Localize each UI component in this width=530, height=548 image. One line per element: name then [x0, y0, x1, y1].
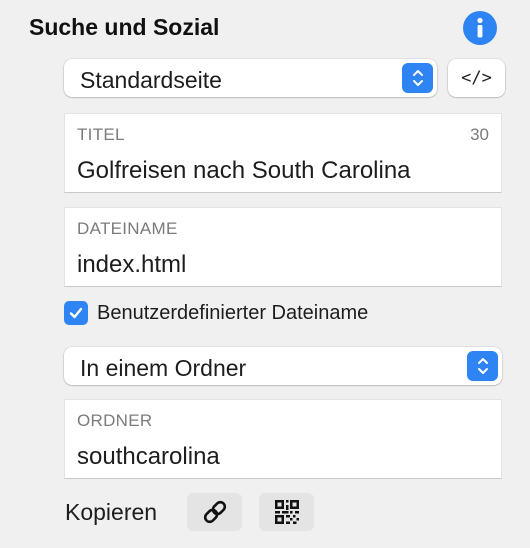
custom-filename-label: Benutzerdefinierter Dateiname	[97, 301, 369, 324]
chevron-up-down-icon	[402, 63, 433, 93]
chevron-up-down-icon	[467, 351, 498, 381]
section-title: Suche und Sozial	[29, 14, 220, 40]
info-icon[interactable]	[463, 11, 497, 45]
link-icon	[203, 500, 226, 524]
checkmark-icon	[69, 307, 83, 319]
page-type-selected: Standardseite	[80, 67, 222, 93]
filename-input[interactable]: index.html	[77, 251, 186, 279]
location-popup[interactable]: In einem Ordner	[64, 347, 502, 385]
title-input[interactable]: Golfreisen nach South Carolina	[77, 157, 411, 185]
code-button[interactable]: </>	[448, 59, 505, 97]
folder-field-label: ORDNER	[77, 411, 153, 430]
qr-code-icon	[274, 500, 299, 524]
title-field-label: TITEL	[77, 125, 125, 144]
copy-qr-code-button[interactable]	[259, 493, 314, 531]
page-type-popup[interactable]: Standardseite	[64, 59, 437, 97]
info-glyph	[477, 17, 483, 38]
copy-label: Kopieren	[65, 499, 158, 525]
location-selected: In einem Ordner	[80, 355, 247, 381]
folder-input[interactable]: southcarolina	[77, 443, 220, 471]
title-field[interactable]: TITEL 30 Golfreisen nach South Carolina	[64, 113, 502, 193]
filename-field-label: DATEINAME	[77, 219, 178, 238]
folder-field[interactable]: ORDNER southcarolina	[64, 399, 502, 479]
custom-filename-option[interactable]: Benutzerdefinierter Dateiname	[64, 301, 368, 325]
copy-link-button[interactable]	[187, 493, 242, 531]
filename-field[interactable]: DATEINAME index.html	[64, 207, 502, 287]
title-char-count: 30	[470, 125, 489, 144]
custom-filename-checkbox[interactable]	[64, 301, 88, 325]
